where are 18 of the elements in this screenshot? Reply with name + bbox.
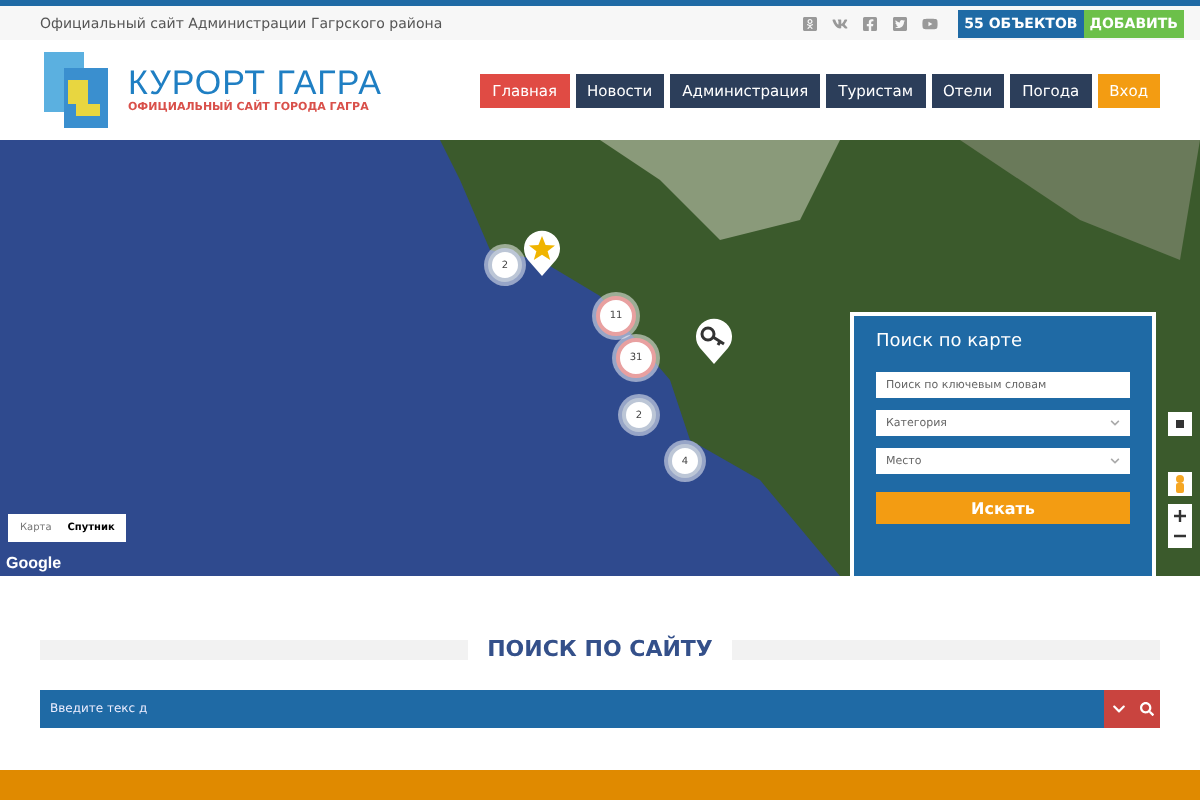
panel-title: Поиск по карте [876, 332, 1025, 352]
twitter-icon[interactable] [892, 15, 909, 31]
logo-icon[interactable] [44, 52, 108, 128]
search-button[interactable] [1132, 690, 1160, 728]
search-icon [1139, 702, 1153, 716]
logo-title[interactable]: КУРОРТ ГАГРА [128, 66, 382, 102]
chevron-down-icon [1110, 418, 1120, 428]
chevron-down-icon [1111, 702, 1125, 716]
chevron-down-icon [1110, 456, 1120, 466]
youtube-icon[interactable] [922, 15, 939, 31]
map-attribution: Google [6, 554, 62, 572]
facebook-icon[interactable] [862, 15, 879, 31]
key-pin-icon[interactable] [694, 316, 734, 364]
dropdown-button[interactable] [1104, 690, 1132, 728]
section-title: ПОИСК ПО САЙТУ [487, 636, 713, 662]
vk-icon[interactable] [832, 15, 849, 31]
social-icon[interactable] [802, 15, 819, 31]
star-pin-icon[interactable] [522, 228, 562, 276]
